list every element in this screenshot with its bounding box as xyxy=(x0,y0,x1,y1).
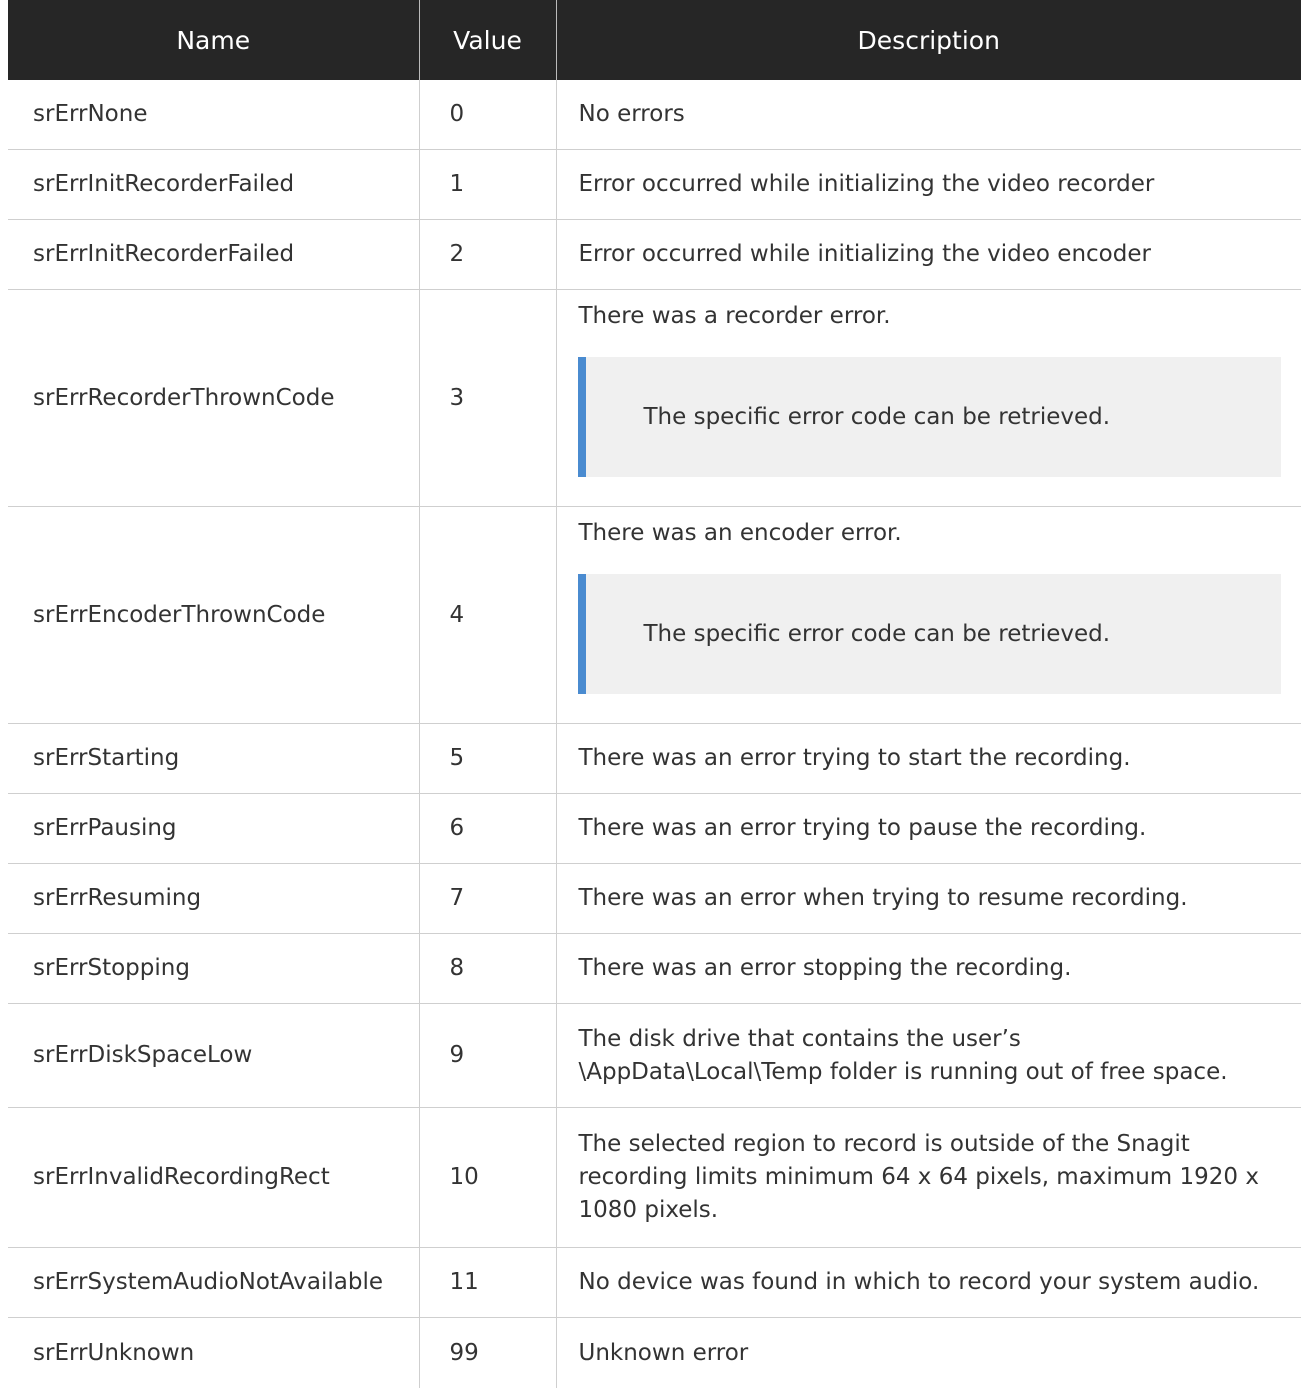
table-row: srErrStarting 5 There was an error tryin… xyxy=(8,724,1301,794)
description-line: \AppData\Local\Temp folder is running ou… xyxy=(579,1056,1290,1089)
note-text: The specific error code can be retrieved… xyxy=(644,618,1111,651)
cell-name: srErrStopping xyxy=(8,934,419,1004)
cell-value: 8 xyxy=(419,934,556,1004)
note-callout: The specific error code can be retrieved… xyxy=(578,574,1282,694)
cell-value: 1 xyxy=(419,150,556,220)
table-row: srErrSystemAudioNotAvailable 11 No devic… xyxy=(8,1248,1301,1318)
table-row: srErrNone 0 No errors xyxy=(8,80,1301,150)
cell-description: There was an error stopping the recordin… xyxy=(556,934,1301,1004)
cell-value: 10 xyxy=(419,1108,556,1248)
cell-description: There was an error when trying to resume… xyxy=(556,864,1301,934)
table-row: srErrPausing 6 There was an error trying… xyxy=(8,794,1301,864)
note-text: The specific error code can be retrieved… xyxy=(644,401,1111,434)
table-body: srErrNone 0 No errors srErrInitRecorderF… xyxy=(8,80,1301,1388)
cell-value: 11 xyxy=(419,1248,556,1318)
cell-name: srErrInitRecorderFailed xyxy=(8,150,419,220)
cell-name: srErrNone xyxy=(8,80,419,150)
cell-description: There was an encoder error. The specific… xyxy=(556,507,1301,724)
cell-name: srErrUnknown xyxy=(8,1318,419,1388)
cell-name: srErrInitRecorderFailed xyxy=(8,220,419,290)
column-header-name: Name xyxy=(8,0,419,80)
cell-description: The selected region to record is outside… xyxy=(556,1108,1301,1248)
description-text: There was a recorder error. xyxy=(579,300,1290,333)
table-row: srErrRecorderThrownCode 3 There was a re… xyxy=(8,290,1301,507)
cell-description: Error occurred while initializing the vi… xyxy=(556,220,1301,290)
column-header-description: Description xyxy=(556,0,1301,80)
cell-description: The disk drive that contains the user’s … xyxy=(556,1004,1301,1108)
cell-value: 3 xyxy=(419,290,556,507)
table-row: srErrStopping 8 There was an error stopp… xyxy=(8,934,1301,1004)
cell-name: srErrRecorderThrownCode xyxy=(8,290,419,507)
cell-description: There was a recorder error. The specific… xyxy=(556,290,1301,507)
cell-description: There was an error trying to start the r… xyxy=(556,724,1301,794)
cell-name: srErrDiskSpaceLow xyxy=(8,1004,419,1108)
table-row: srErrEncoderThrownCode 4 There was an en… xyxy=(8,507,1301,724)
description-line: recording limits minimum 64 x 64 pixels,… xyxy=(579,1161,1290,1194)
description-line: The disk drive that contains the user’s xyxy=(579,1023,1290,1056)
error-codes-table: Name Value Description srErrNone 0 No er… xyxy=(8,0,1301,1388)
cell-description: Unknown error xyxy=(556,1318,1301,1388)
table-row: srErrUnknown 99 Unknown error xyxy=(8,1318,1301,1388)
description-text: There was an encoder error. xyxy=(579,517,1290,550)
cell-name: srErrPausing xyxy=(8,794,419,864)
cell-name: srErrResuming xyxy=(8,864,419,934)
cell-value: 6 xyxy=(419,794,556,864)
cell-value: 0 xyxy=(419,80,556,150)
cell-value: 2 xyxy=(419,220,556,290)
cell-description: Error occurred while initializing the vi… xyxy=(556,150,1301,220)
cell-name: srErrEncoderThrownCode xyxy=(8,507,419,724)
column-header-value: Value xyxy=(419,0,556,80)
cell-value: 7 xyxy=(419,864,556,934)
table-row: srErrInvalidRecordingRect 10 The selecte… xyxy=(8,1108,1301,1248)
table-row: srErrInitRecorderFailed 1 Error occurred… xyxy=(8,150,1301,220)
table-row: srErrDiskSpaceLow 9 The disk drive that … xyxy=(8,1004,1301,1108)
cell-value: 4 xyxy=(419,507,556,724)
description-line: 1080 pixels. xyxy=(579,1194,1290,1227)
cell-name: srErrInvalidRecordingRect xyxy=(8,1108,419,1248)
cell-value: 5 xyxy=(419,724,556,794)
note-callout: The specific error code can be retrieved… xyxy=(578,357,1282,477)
header-row: Name Value Description xyxy=(8,0,1301,80)
cell-value: 9 xyxy=(419,1004,556,1108)
cell-description: No device was found in which to record y… xyxy=(556,1248,1301,1318)
cell-description: There was an error trying to pause the r… xyxy=(556,794,1301,864)
description-line: The selected region to record is outside… xyxy=(579,1128,1290,1161)
cell-value: 99 xyxy=(419,1318,556,1388)
table-row: srErrResuming 7 There was an error when … xyxy=(8,864,1301,934)
cell-name: srErrSystemAudioNotAvailable xyxy=(8,1248,419,1318)
cell-description: No errors xyxy=(556,80,1301,150)
table-header: Name Value Description xyxy=(8,0,1301,80)
cell-name: srErrStarting xyxy=(8,724,419,794)
table-row: srErrInitRecorderFailed 2 Error occurred… xyxy=(8,220,1301,290)
